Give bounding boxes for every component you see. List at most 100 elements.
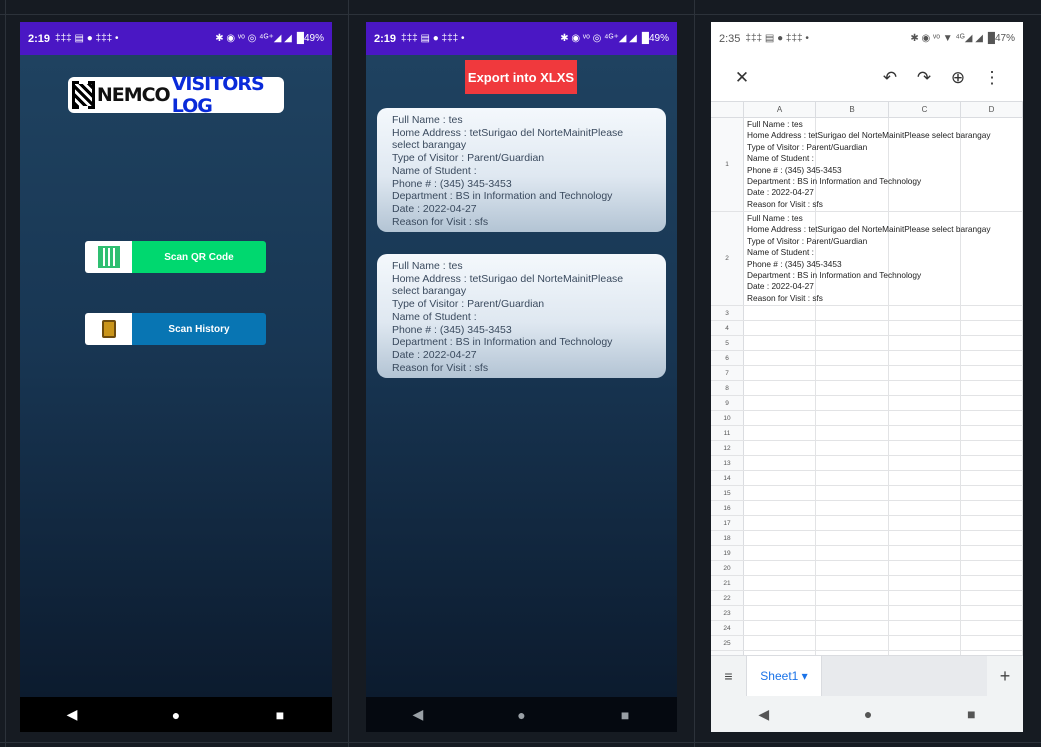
scan-qr-button[interactable]: Scan QR Code <box>85 241 266 273</box>
sheet-cell[interactable] <box>816 546 889 560</box>
home-nav-icon[interactable]: ● <box>864 706 872 722</box>
redo-icon[interactable]: ↷ <box>907 68 941 88</box>
sheet-cell[interactable] <box>961 336 1023 350</box>
sheet-cell[interactable] <box>744 486 816 500</box>
recents-nav-icon[interactable]: ■ <box>260 707 300 723</box>
sheet-cell[interactable] <box>744 441 816 455</box>
sheet-cell[interactable] <box>744 576 816 590</box>
sheet-row[interactable]: 20 <box>711 561 1023 576</box>
sheet-cell[interactable] <box>744 531 816 545</box>
sheet-cell[interactable] <box>744 471 816 485</box>
sheet-cell[interactable] <box>816 576 889 590</box>
sheet-row[interactable]: 23 <box>711 606 1023 621</box>
sheet-row[interactable]: 8 <box>711 381 1023 396</box>
back-nav-icon[interactable]: ◀ <box>52 706 92 723</box>
sheet-cell[interactable] <box>744 591 816 605</box>
sheet-cell[interactable] <box>744 396 816 410</box>
row-number[interactable]: 21 <box>711 576 744 590</box>
sheet-cell[interactable] <box>816 516 889 530</box>
sheet-row[interactable]: 18 <box>711 531 1023 546</box>
sheet-row[interactable]: 9 <box>711 396 1023 411</box>
sheet-cell[interactable] <box>961 366 1023 380</box>
row-number[interactable]: 23 <box>711 606 744 620</box>
row-number[interactable]: 9 <box>711 396 744 410</box>
sheet-cell[interactable] <box>961 321 1023 335</box>
export-xlsx-button[interactable]: Export into XLXS <box>465 60 577 94</box>
sheet-cell[interactable] <box>816 471 889 485</box>
sheet-cell[interactable] <box>961 456 1023 470</box>
sheet-row[interactable]: 25 <box>711 636 1023 651</box>
row-number[interactable]: 4 <box>711 321 744 335</box>
sheet-cell[interactable] <box>744 426 816 440</box>
column-header[interactable]: D <box>961 102 1023 117</box>
sheet-cell[interactable] <box>961 561 1023 575</box>
sheet-cell[interactable] <box>961 576 1023 590</box>
row-number[interactable]: 18 <box>711 531 744 545</box>
sheet-cell[interactable] <box>889 591 961 605</box>
scan-history-button[interactable]: Scan History <box>85 313 266 345</box>
sheet-cell[interactable] <box>889 471 961 485</box>
sheet-cell[interactable] <box>744 636 816 650</box>
column-header[interactable]: B <box>816 102 889 117</box>
close-icon[interactable]: ✕ <box>725 68 759 88</box>
sheet-cell[interactable] <box>889 306 961 320</box>
sheet-row[interactable]: 17 <box>711 516 1023 531</box>
sheet-tab-sheet1[interactable]: Sheet1 ▾ <box>746 655 822 697</box>
sheet-cell[interactable] <box>816 456 889 470</box>
sheet-cell[interactable] <box>816 561 889 575</box>
sheet-cell[interactable] <box>744 501 816 515</box>
sheet-cell[interactable] <box>961 471 1023 485</box>
cell-a2-content[interactable]: Full Name : tes Home Address : tetSuriga… <box>747 213 991 304</box>
sheet-row[interactable]: 13 <box>711 456 1023 471</box>
column-header[interactable]: C <box>889 102 961 117</box>
row-number[interactable]: 13 <box>711 456 744 470</box>
select-all-corner[interactable] <box>711 102 744 117</box>
add-person-icon[interactable]: ⊕ <box>941 68 975 88</box>
sheet-cell[interactable] <box>889 366 961 380</box>
sheet-cell[interactable] <box>889 576 961 590</box>
row-number[interactable]: 24 <box>711 621 744 635</box>
sheet-row[interactable]: 2 Full Name : tes Home Address : tetSuri… <box>711 212 1023 306</box>
row-number[interactable]: 8 <box>711 381 744 395</box>
row-number[interactable]: 16 <box>711 501 744 515</box>
sheet-cell[interactable] <box>744 351 816 365</box>
sheet-cell[interactable] <box>889 561 961 575</box>
sheet-cell[interactable] <box>889 606 961 620</box>
sheet-row[interactable]: 16 <box>711 501 1023 516</box>
sheet-cell[interactable] <box>816 306 889 320</box>
visitor-card[interactable]: Full Name : tes Home Address : tetSuriga… <box>377 254 666 378</box>
back-nav-icon[interactable]: ◀ <box>758 706 769 723</box>
sheet-cell[interactable] <box>961 636 1023 650</box>
sheet-row[interactable]: 21 <box>711 576 1023 591</box>
sheet-row[interactable]: 24 <box>711 621 1023 636</box>
sheet-cell[interactable] <box>744 321 816 335</box>
sheet-cell[interactable] <box>889 441 961 455</box>
sheet-row[interactable]: 1 Full Name : tes Home Address : tetSuri… <box>711 118 1023 212</box>
add-sheet-icon[interactable]: + <box>987 666 1023 687</box>
sheet-cell[interactable] <box>961 546 1023 560</box>
back-nav-icon[interactable]: ◀ <box>398 706 438 723</box>
column-header[interactable]: A <box>744 102 816 117</box>
sheet-cell[interactable] <box>816 411 889 425</box>
sheet-cell[interactable] <box>744 621 816 635</box>
sheet-cell[interactable] <box>744 561 816 575</box>
row-number[interactable]: 6 <box>711 351 744 365</box>
sheet-row[interactable]: 12 <box>711 441 1023 456</box>
sheet-cell[interactable] <box>889 426 961 440</box>
sheet-row[interactable]: 11 <box>711 426 1023 441</box>
sheet-row[interactable]: 4 <box>711 321 1023 336</box>
sheet-cell[interactable] <box>816 441 889 455</box>
sheet-cell[interactable] <box>961 396 1023 410</box>
recents-nav-icon[interactable]: ■ <box>967 706 975 722</box>
row-number[interactable]: 11 <box>711 426 744 440</box>
row-number[interactable]: 12 <box>711 441 744 455</box>
cell-a1-content[interactable]: Full Name : tes Home Address : tetSuriga… <box>747 119 991 210</box>
sheet-cell[interactable] <box>816 351 889 365</box>
sheet-cell[interactable] <box>961 606 1023 620</box>
sheet-cell[interactable] <box>961 486 1023 500</box>
sheet-cell[interactable] <box>961 531 1023 545</box>
sheet-cell[interactable] <box>961 501 1023 515</box>
sheet-cell[interactable] <box>816 336 889 350</box>
row-number[interactable]: 17 <box>711 516 744 530</box>
sheet-cell[interactable] <box>744 366 816 380</box>
